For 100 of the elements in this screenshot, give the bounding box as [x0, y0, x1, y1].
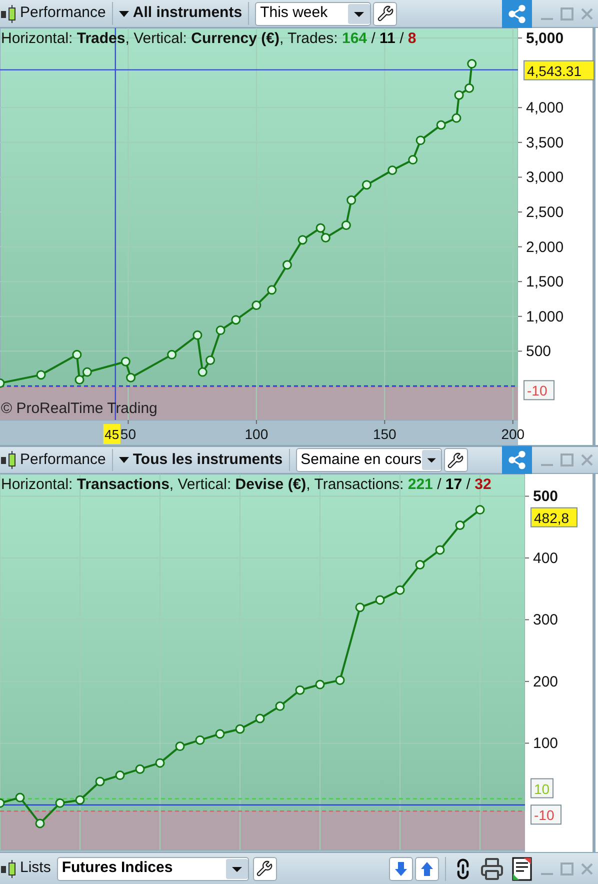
axis-label: 4,000: [526, 100, 564, 117]
last-value-label: 482,8: [530, 507, 578, 528]
candlestick-icon: [0, 450, 18, 470]
axis-label: 200: [501, 426, 525, 442]
data-point: [282, 260, 292, 270]
data-point: [298, 235, 308, 245]
data-point: [231, 315, 241, 325]
axis-label: 200: [533, 673, 558, 690]
caret-icon: [118, 10, 129, 18]
axis-label: 500: [526, 343, 552, 360]
data-point: [82, 367, 92, 377]
data-point: [74, 374, 84, 384]
candlestick-icon: [0, 4, 18, 24]
data-point: [126, 372, 136, 382]
data-point: [167, 350, 177, 360]
settings-button[interactable]: [252, 856, 277, 880]
data-point: [215, 729, 225, 739]
chart-legend: Horizontal: Transactions, Vertical: Devise (€), Transactions: 221 / 17 / 32: [0, 474, 492, 496]
data-point: [198, 367, 208, 377]
data-point: [335, 675, 345, 685]
data-point: [362, 180, 372, 190]
caret-icon: [118, 456, 129, 464]
data-point: [464, 83, 474, 93]
data-point: [0, 378, 5, 388]
data-point: [415, 560, 425, 570]
instrument-selector[interactable]: All instruments: [112, 2, 250, 25]
panel-title: Performance: [20, 2, 113, 25]
period-dropdown[interactable]: Futures Indices: [56, 856, 249, 880]
data-point: [346, 195, 356, 205]
axis-label: 300: [533, 612, 558, 629]
data-point: [475, 505, 485, 515]
data-point: [320, 233, 330, 242]
data-point: [95, 776, 105, 786]
data-point: [375, 595, 385, 605]
move-up-button[interactable]: [415, 856, 439, 880]
data-point: [452, 113, 462, 123]
data-point: [255, 714, 265, 724]
period-dropdown[interactable]: Semaine en cours: [296, 448, 442, 472]
share-button[interactable]: [502, 446, 532, 474]
data-point: [408, 155, 418, 165]
data-point: [72, 350, 82, 360]
data-point: [155, 758, 165, 768]
share-button[interactable]: [502, 0, 532, 28]
data-point: [35, 818, 45, 828]
caret-icon: [226, 858, 248, 878]
maximize-icon[interactable]: [560, 453, 574, 467]
instrument-selector[interactable]: Tous les instruments: [112, 448, 290, 472]
maximize-icon[interactable]: [560, 6, 574, 20]
axis-label: 150: [372, 426, 396, 442]
data-point: [416, 136, 426, 146]
axis-label: 50: [120, 426, 136, 442]
data-point: [275, 701, 285, 711]
candlestick-icon: [0, 858, 18, 878]
data-point: [341, 220, 351, 230]
axis-label: 100: [244, 426, 268, 442]
data-point: [267, 285, 277, 295]
data-point: [120, 356, 130, 366]
caret-icon: [422, 450, 441, 470]
data-point: [36, 370, 46, 380]
axis-label: 2,500: [526, 204, 564, 221]
report-icon[interactable]: [512, 856, 532, 880]
axis-label: 500: [533, 488, 558, 506]
cursor-label: 45: [103, 424, 120, 444]
settings-button[interactable]: [444, 448, 468, 472]
data-point: [115, 770, 125, 780]
axis-label: 5,000: [526, 30, 564, 48]
data-point: [0, 798, 5, 808]
data-point: [135, 764, 145, 774]
data-point: [454, 90, 464, 100]
maximize-icon[interactable]: [560, 862, 574, 876]
threshold-label: 10: [530, 778, 554, 798]
move-down-button[interactable]: [389, 856, 413, 880]
panel-title: Lists: [20, 858, 51, 878]
close-icon[interactable]: [580, 6, 594, 20]
caret-icon: [348, 4, 370, 24]
data-point: [436, 120, 446, 130]
axis-label: 3,500: [526, 134, 564, 152]
data-point: [388, 166, 398, 175]
threshold-label: -10: [524, 380, 554, 400]
data-point: [252, 300, 262, 310]
data-point: [195, 735, 205, 745]
period-dropdown[interactable]: This week: [255, 2, 372, 26]
panel-title: Performance: [20, 448, 113, 472]
data-point: [467, 59, 477, 69]
data-point: [395, 585, 405, 595]
axis-label: 400: [533, 550, 558, 567]
printer-icon[interactable]: [480, 856, 504, 880]
data-point: [235, 724, 245, 734]
data-point: [455, 520, 465, 530]
close-icon[interactable]: [580, 453, 594, 467]
up-arrow-icon: [420, 860, 434, 876]
data-point: [216, 326, 226, 336]
close-icon[interactable]: [580, 862, 594, 876]
data-point: [315, 680, 325, 690]
axis-label: 1,000: [526, 308, 564, 326]
data-point: [355, 602, 365, 612]
settings-button[interactable]: [373, 2, 398, 26]
data-point: [295, 685, 305, 695]
data-point: [15, 792, 25, 802]
data-point: [316, 223, 326, 233]
